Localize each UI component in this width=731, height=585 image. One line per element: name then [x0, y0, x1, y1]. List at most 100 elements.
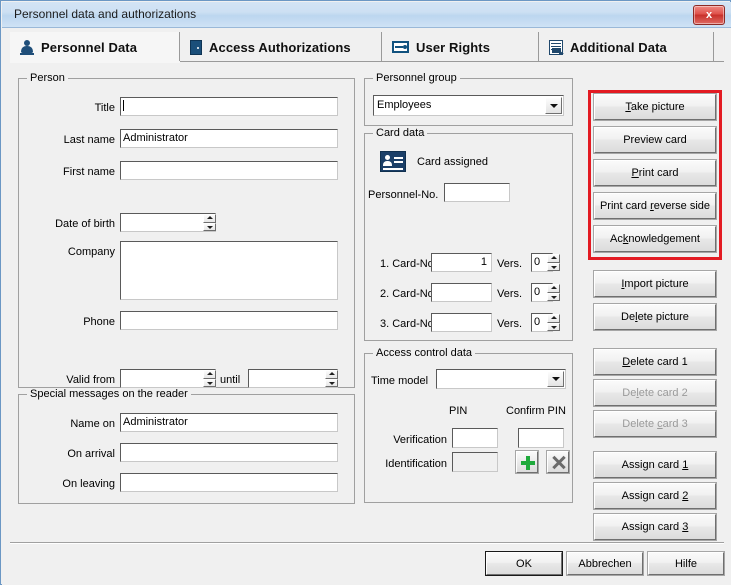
tab-access-authorizations[interactable]: Access Authorizations [180, 32, 382, 62]
dialog-client-area: Personnel Data Access Authorizations Use… [2, 28, 731, 585]
preview-card-button[interactable]: Preview card [593, 126, 717, 154]
time-model-select[interactable] [436, 369, 566, 389]
tab-personnel-data[interactable]: Personnel Data [10, 32, 180, 62]
last-name-input[interactable]: Administrator [120, 129, 338, 148]
personnel-no-input[interactable] [444, 183, 510, 202]
asg-c2-a: Assign card [621, 490, 683, 502]
spinner-up-icon[interactable] [547, 284, 560, 293]
tab-personnel-data-label: Personnel Data [41, 39, 138, 55]
assign-card-3-button[interactable]: Assign card 3 [593, 513, 717, 541]
date-of-birth-spinner[interactable] [203, 214, 216, 231]
tab-user-rights-label: User Rights [416, 39, 491, 55]
pin-header: PIN [449, 405, 468, 417]
card-2-input[interactable] [431, 283, 492, 302]
help-button[interactable]: Hilfe [647, 551, 725, 576]
take-picture-label-rest: ake picture [630, 101, 685, 113]
spinner-up-icon[interactable] [203, 370, 216, 379]
take-picture-button[interactable]: Take picture [593, 93, 717, 121]
on-arrival-input[interactable] [120, 443, 338, 462]
verification-confirm-pin-input[interactable] [518, 428, 564, 448]
last-name-label: Last name [63, 134, 115, 146]
asg-c3-a: Assign card [621, 521, 683, 533]
close-button[interactable]: x [693, 5, 725, 25]
del-pic-a: De [621, 311, 636, 323]
del-c2-b: ete card 2 [638, 387, 688, 399]
spinner-down-icon[interactable] [203, 222, 216, 231]
close-icon: x [705, 8, 713, 21]
spinner-down-icon[interactable] [547, 262, 560, 271]
print-card-reverse-side-button[interactable]: Print card reverse side [593, 192, 717, 220]
on-arrival-label: On arrival [67, 448, 115, 460]
card-3-vers-label: Vers. [497, 318, 523, 330]
footer-divider-highlight [10, 543, 724, 544]
delete-picture-button[interactable]: Delete picture [593, 303, 717, 331]
assign-card-2-button[interactable]: Assign card 2 [593, 482, 717, 510]
clear-pin-button[interactable] [546, 450, 570, 474]
tab-user-rights[interactable]: User Rights [382, 32, 539, 62]
spinner-down-icon[interactable] [325, 378, 338, 387]
until-spinner[interactable] [325, 370, 338, 387]
identification-label: Identification [385, 458, 447, 470]
tab-bar: Personnel Data Access Authorizations Use… [10, 32, 724, 62]
spinner-down-icon[interactable] [547, 292, 560, 301]
print-card-button[interactable]: Print card [593, 159, 717, 187]
add-pin-button[interactable] [515, 450, 539, 474]
spinner-up-icon[interactable] [547, 314, 560, 323]
door-icon [190, 39, 202, 55]
personnel-group-select[interactable]: Employees [373, 95, 564, 116]
company-input[interactable] [120, 241, 338, 300]
personnel-no-label: Personnel-No. [368, 189, 439, 201]
spinner-down-icon[interactable] [203, 378, 216, 387]
document-stamp-icon [549, 39, 564, 55]
date-of-birth-input[interactable] [120, 213, 216, 232]
title-input[interactable] [120, 97, 338, 116]
confirm-pin-header: Confirm PIN [506, 405, 566, 417]
spinner-up-icon[interactable] [325, 370, 338, 379]
delete-card-1-button[interactable]: Delete card 1 [593, 348, 717, 376]
card-2-vers-label: Vers. [497, 288, 523, 300]
spinner-down-icon[interactable] [547, 322, 560, 331]
del-pic-b: ete picture [637, 311, 689, 323]
preview-card-label: Preview card [623, 134, 687, 146]
acknowledgement-button[interactable]: Acknowledgement [593, 225, 717, 253]
asg-c1-a: Assign card [621, 459, 683, 471]
ack-label-b: nowledgement [628, 233, 700, 245]
spinner-up-icon[interactable] [547, 254, 560, 263]
chevron-down-icon[interactable] [547, 371, 564, 387]
import-picture-label-rest: mport picture [624, 278, 689, 290]
verification-pin-input[interactable] [452, 428, 498, 448]
name-on-input[interactable]: Administrator [120, 413, 338, 432]
import-picture-button[interactable]: Import picture [593, 270, 717, 298]
verification-label: Verification [393, 434, 447, 446]
access-control-legend: Access control data [373, 347, 475, 359]
card-assigned-icon [380, 151, 406, 172]
help-label: Hilfe [674, 557, 697, 570]
on-leaving-input[interactable] [120, 473, 338, 492]
time-model-label: Time model [371, 375, 429, 387]
card-1-input[interactable]: 1 [431, 253, 492, 272]
chevron-down-icon[interactable] [545, 97, 562, 114]
phone-input[interactable] [120, 311, 338, 330]
del-c1-rest: elete card 1 [630, 356, 688, 368]
on-leaving-label: On leaving [62, 478, 115, 490]
personnel-group-selected-value: Employees [377, 99, 432, 111]
cancel-button[interactable]: Abbrechen [566, 551, 644, 576]
card-1-vers-spinner[interactable] [547, 254, 560, 271]
valid-from-input[interactable] [120, 369, 216, 388]
delete-card-3-button: Delete card 3 [593, 410, 717, 438]
valid-from-spinner[interactable] [203, 370, 216, 387]
ok-label: OK [516, 557, 532, 570]
first-name-input[interactable] [120, 161, 338, 180]
ok-button[interactable]: OK [485, 551, 563, 576]
card-3-vers-spinner[interactable] [547, 314, 560, 331]
card-2-vers-spinner[interactable] [547, 284, 560, 301]
delete-card-2-button: Delete card 2 [593, 379, 717, 407]
spinner-up-icon[interactable] [203, 214, 216, 223]
valid-from-label: Valid from [66, 374, 115, 386]
phone-label: Phone [83, 316, 115, 328]
card-data-legend: Card data [373, 127, 428, 139]
assign-card-1-button[interactable]: Assign card 1 [593, 451, 717, 479]
personnel-group-legend: Personnel group [373, 72, 460, 84]
card-3-input[interactable] [431, 313, 492, 332]
tab-additional-data[interactable]: Additional Data [539, 32, 714, 62]
